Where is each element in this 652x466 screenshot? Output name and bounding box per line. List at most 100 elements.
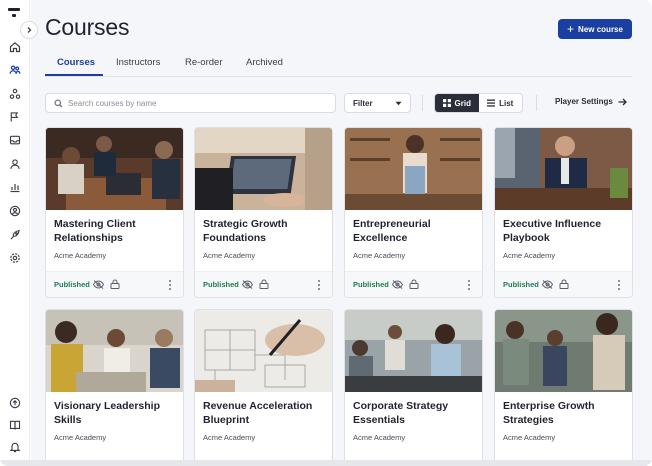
list-icon bbox=[487, 99, 496, 107]
course-org: Acme Academy bbox=[353, 251, 406, 260]
toolbar-divider bbox=[422, 95, 423, 111]
lock-icon[interactable] bbox=[109, 278, 121, 290]
toolbar-divider-2 bbox=[536, 95, 537, 111]
course-org: Acme Academy bbox=[203, 251, 256, 260]
course-org: Acme Academy bbox=[353, 433, 406, 442]
course-thumbnail[interactable] bbox=[495, 310, 632, 392]
grid-view-button[interactable]: Grid bbox=[435, 94, 479, 112]
search-box[interactable] bbox=[45, 93, 336, 113]
course-org: Acme Academy bbox=[503, 433, 556, 442]
course-card[interactable]: Enterprise Growth Strategies Acme Academ… bbox=[494, 309, 633, 466]
course-title[interactable]: Entrepreneurial Excellence bbox=[353, 217, 478, 245]
status-badge: Published bbox=[54, 280, 90, 289]
active-tab-indicator bbox=[45, 74, 103, 76]
filter-dropdown[interactable]: Filter bbox=[344, 93, 411, 113]
course-thumbnail[interactable] bbox=[195, 310, 332, 392]
chart-icon[interactable] bbox=[7, 179, 23, 195]
card-footer: Published bbox=[46, 271, 183, 297]
more-options-icon[interactable] bbox=[315, 279, 323, 291]
course-title[interactable]: Revenue Acceleration Blueprint bbox=[203, 399, 328, 427]
course-org: Acme Academy bbox=[54, 251, 107, 260]
app-logo[interactable] bbox=[8, 8, 22, 20]
course-org: Acme Academy bbox=[203, 433, 256, 442]
eye-off-icon[interactable] bbox=[391, 278, 403, 290]
course-title[interactable]: Strategic Growth Foundations bbox=[203, 217, 328, 245]
lock-icon[interactable] bbox=[258, 278, 270, 290]
tab-bar: Courses Instructors Re-order Archived bbox=[45, 55, 632, 77]
main-content: Courses + New course Courses Instructors… bbox=[31, 0, 652, 466]
course-thumbnail[interactable] bbox=[345, 310, 482, 392]
course-title[interactable]: Executive Influence Playbook bbox=[503, 217, 628, 245]
card-footer: Published bbox=[345, 271, 482, 297]
user-icon[interactable] bbox=[7, 156, 23, 172]
caret-down-icon bbox=[395, 101, 402, 105]
page-title: Courses bbox=[45, 14, 130, 40]
course-card[interactable]: Entrepreneurial Excellence Acme Academy … bbox=[344, 127, 483, 298]
course-thumbnail[interactable] bbox=[46, 310, 183, 392]
course-card[interactable]: Strategic Growth Foundations Acme Academ… bbox=[194, 127, 333, 298]
more-options-icon[interactable] bbox=[465, 279, 473, 291]
course-org: Acme Academy bbox=[503, 251, 556, 260]
view-toggle: Grid List bbox=[434, 93, 523, 113]
arrow-right-icon bbox=[618, 98, 627, 105]
course-card[interactable]: Revenue Acceleration Blueprint Acme Acad… bbox=[194, 309, 333, 466]
tab-archived[interactable]: Archived bbox=[246, 57, 283, 68]
card-footer: Published bbox=[195, 271, 332, 297]
status-badge: Published bbox=[503, 280, 539, 289]
plus-icon: + bbox=[567, 22, 575, 36]
course-title[interactable]: Visionary Leadership Skills bbox=[54, 399, 179, 427]
upload-icon[interactable] bbox=[7, 395, 23, 411]
users-group-icon[interactable] bbox=[7, 62, 23, 78]
flag-icon[interactable] bbox=[7, 109, 23, 125]
course-card[interactable]: Executive Influence Playbook Acme Academ… bbox=[494, 127, 633, 298]
status-badge: Published bbox=[353, 280, 389, 289]
book-icon[interactable] bbox=[7, 417, 23, 433]
course-thumbnail[interactable] bbox=[345, 128, 482, 210]
sidebar bbox=[0, 0, 30, 460]
more-options-icon[interactable] bbox=[615, 279, 623, 291]
eye-off-icon[interactable] bbox=[241, 278, 253, 290]
tab-instructors[interactable]: Instructors bbox=[116, 57, 160, 68]
course-title[interactable]: Corporate Strategy Essentials bbox=[353, 399, 478, 427]
new-course-button[interactable]: + New course bbox=[558, 19, 632, 39]
account-circle-icon[interactable] bbox=[7, 203, 23, 219]
settings-icon[interactable] bbox=[7, 250, 23, 266]
search-icon bbox=[54, 98, 63, 108]
tab-reorder[interactable]: Re-order bbox=[185, 57, 223, 68]
search-input[interactable] bbox=[68, 98, 318, 108]
player-settings-link[interactable]: Player Settings bbox=[555, 97, 627, 106]
more-options-icon[interactable] bbox=[166, 279, 174, 291]
course-title[interactable]: Enterprise Growth Strategies bbox=[503, 399, 628, 427]
sidebar-collapse-button[interactable] bbox=[20, 21, 38, 39]
course-thumbnail[interactable] bbox=[495, 128, 632, 210]
new-course-label: New course bbox=[578, 24, 623, 34]
rocket-icon[interactable] bbox=[7, 227, 23, 243]
course-org: Acme Academy bbox=[54, 433, 107, 442]
inbox-icon[interactable] bbox=[7, 132, 23, 148]
course-title[interactable]: Mastering Client Relationships bbox=[54, 217, 179, 245]
course-thumbnail[interactable] bbox=[195, 128, 332, 210]
course-card[interactable]: Visionary Leadership Skills Acme Academy bbox=[45, 309, 184, 466]
course-card[interactable]: Mastering Client Relationships Acme Acad… bbox=[45, 127, 184, 298]
course-card[interactable]: Corporate Strategy Essentials Acme Acade… bbox=[344, 309, 483, 466]
course-thumbnail[interactable] bbox=[46, 128, 183, 210]
eye-off-icon[interactable] bbox=[92, 278, 104, 290]
tab-courses[interactable]: Courses bbox=[57, 57, 95, 68]
lock-icon[interactable] bbox=[558, 278, 570, 290]
player-settings-label: Player Settings bbox=[555, 97, 613, 106]
app-window: Courses + New course Courses Instructors… bbox=[0, 0, 652, 466]
grid-icon bbox=[442, 99, 451, 107]
home-icon[interactable] bbox=[7, 39, 23, 55]
nodes-icon[interactable] bbox=[7, 86, 23, 102]
list-label: List bbox=[499, 98, 514, 108]
card-footer: Published bbox=[495, 271, 632, 297]
bottom-edge bbox=[0, 460, 652, 466]
eye-off-icon[interactable] bbox=[541, 278, 553, 290]
bell-icon[interactable] bbox=[7, 439, 23, 455]
list-view-button[interactable]: List bbox=[479, 94, 523, 112]
lock-icon[interactable] bbox=[408, 278, 420, 290]
filter-label: Filter bbox=[353, 98, 373, 108]
chevron-right-icon bbox=[27, 27, 32, 33]
status-badge: Published bbox=[203, 280, 239, 289]
grid-label: Grid bbox=[454, 98, 471, 108]
